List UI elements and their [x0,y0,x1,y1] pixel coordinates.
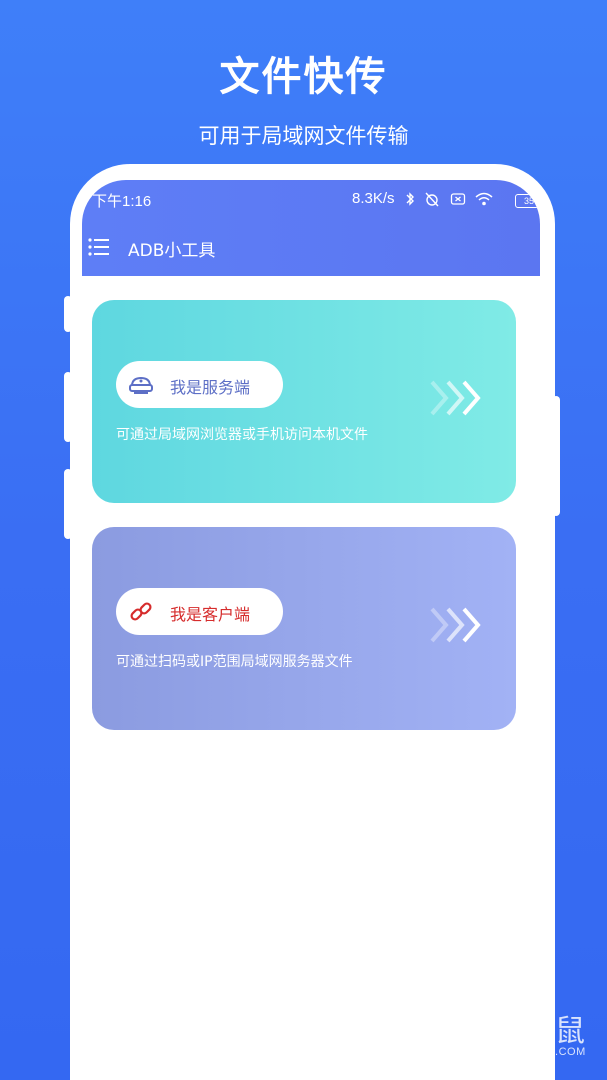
watermark-text: 手机鼠 [487,1014,589,1049]
phone-mockup: 下午1:16 8.3K/s 35 ADB小工具 我是服务端 可通过局域网浏览器或… [64,164,560,1080]
phone-screen: 下午1:16 8.3K/s 35 ADB小工具 我是服务端 可通过局域网浏览器或… [82,180,540,1080]
client-mode-description: 可通过扫码或IP范围局域网服务器文件 [116,654,353,670]
watermark-logo: 手机鼠 SHOUJISHU.COM [423,1006,603,1068]
status-network-speed: 8.3K/s [352,190,395,207]
server-mode-label: 我是服务端 [170,378,251,397]
app-header: 下午1:16 8.3K/s 35 ADB小工具 [82,180,540,276]
phone-side-button [64,372,72,442]
watermark-subtext: SHOUJISHU.COM [487,1046,586,1058]
menu-icon[interactable] [88,238,110,256]
triple-chevron-right-icon [430,380,481,416]
status-bar: 下午1:16 8.3K/s 35 [82,188,540,214]
alarm-off-icon [425,192,439,207]
sim-x-icon [450,193,466,205]
server-mode-description: 可通过局域网浏览器或手机访问本机文件 [116,427,368,443]
page-subtitle: 可用于局域网文件传输 [198,124,409,148]
server-icon [129,376,153,394]
client-mode-button[interactable]: 我是客户端 [116,588,283,635]
client-mode-card[interactable]: 我是客户端 可通过扫码或IP范围局域网服务器文件 [92,527,516,730]
bluetooth-icon [406,192,414,206]
watermark-icon [423,1008,483,1068]
status-time: 下午1:16 [92,193,152,210]
triple-chevron-right-icon [430,607,481,643]
link-icon [130,602,152,621]
phone-side-button [552,396,560,516]
wifi-icon [475,192,493,206]
server-mode-button[interactable]: 我是服务端 [116,361,283,408]
battery-icon: 35 [515,194,540,208]
page-title: 文件快传 [219,54,388,100]
app-title: ADB小工具 [128,241,216,261]
phone-side-button [64,469,72,539]
server-mode-card[interactable]: 我是服务端 可通过局域网浏览器或手机访问本机文件 [92,300,516,503]
client-mode-label: 我是客户端 [170,605,251,624]
phone-side-button [64,296,72,332]
